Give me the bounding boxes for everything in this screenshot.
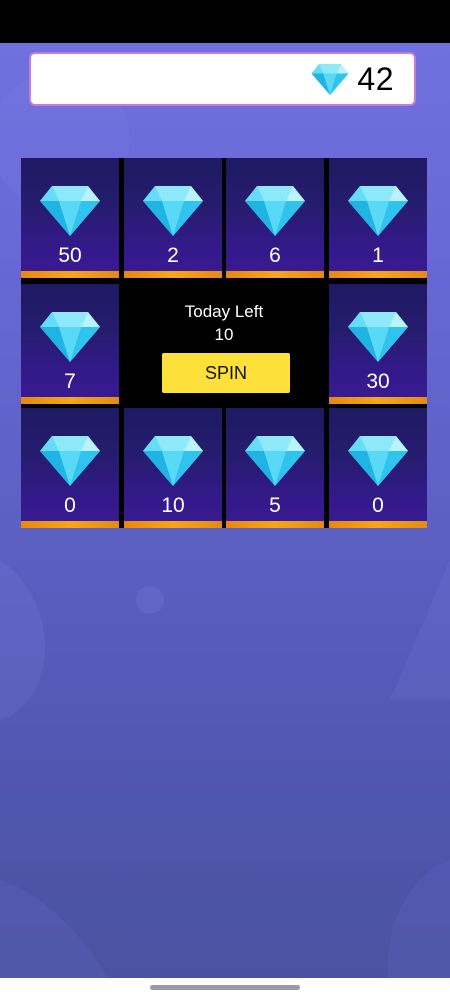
tile-strip [21,521,119,528]
diamond-icon [245,186,305,236]
today-left-count: 10 [214,325,234,344]
prize-tile: 1 [329,158,427,278]
tile-strip [226,271,324,278]
status-bar [0,0,450,43]
diamond-icon [311,64,349,95]
diamond-icon [40,186,100,236]
tile-strip [21,397,119,404]
diamond-icon [40,312,100,362]
prize-value: 0 [372,494,384,517]
balance-bar: 42 [29,52,416,106]
diamond-icon [348,312,408,362]
prize-tile: 5 [226,408,324,528]
tile-strip [124,521,222,528]
prize-value: 50 [58,244,82,267]
prize-value: 5 [269,494,281,517]
prize-value: 10 [161,494,185,517]
tile-strip [329,271,427,278]
diamond-icon [143,186,203,236]
prize-tile: 0 [21,408,119,528]
diamond-icon [348,436,408,486]
prize-value: 30 [366,370,390,393]
tile-strip [329,521,427,528]
diamond-icon [40,436,100,486]
diamond-icon [348,186,408,236]
diamond-icon [245,436,305,486]
prize-tile: 30 [329,284,427,404]
today-left-label: Today Left [184,302,264,321]
prize-tile: 2 [124,158,222,278]
prize-tile: 10 [124,408,222,528]
spin-panel: Today Left 10 SPIN [122,284,326,404]
prize-tile: 0 [329,408,427,528]
tile-strip [226,521,324,528]
prize-value: 0 [64,494,76,517]
prize-tile: 6 [226,158,324,278]
tile-strip [124,271,222,278]
diamond-icon [143,436,203,486]
prize-tile: 7 [21,284,119,404]
home-indicator[interactable] [150,985,300,990]
prize-value: 2 [167,244,179,267]
prize-tile: 50 [21,158,119,278]
spin-button[interactable]: SPIN [162,353,290,393]
prize-value: 1 [372,244,384,267]
tile-strip [329,397,427,404]
balance-amount: 42 [357,60,394,97]
prize-value: 7 [64,370,76,393]
prize-value: 6 [269,244,281,267]
tile-strip [21,271,119,278]
